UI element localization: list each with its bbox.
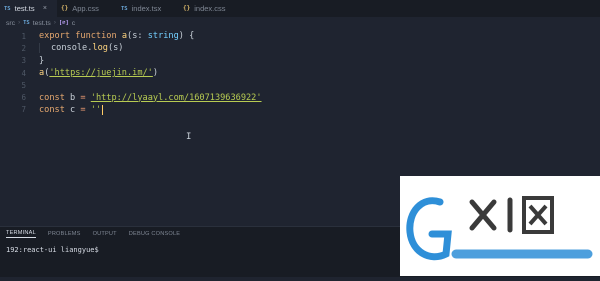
code-line: 1 export function a (s: string) { — [0, 30, 600, 42]
tab-output[interactable]: OUTPUT — [93, 231, 117, 237]
line-number: 3 — [21, 56, 26, 66]
code-line: 3 } — [0, 55, 600, 67]
code-line: 7 const c = '' — [0, 104, 600, 116]
tab-debug-console[interactable]: DEBUG CONSOLE — [129, 231, 180, 237]
line-number: 5 — [21, 80, 26, 90]
chevron-right-icon: › — [53, 20, 56, 26]
css-icon: {} — [183, 5, 191, 12]
css-icon: {} — [61, 5, 69, 12]
typescript-icon: TS — [23, 20, 30, 26]
chevron-right-icon: › — [18, 20, 21, 26]
tab-index-tsx[interactable]: TS index.tsx — [117, 0, 179, 17]
code-line: 4 a('https://juejin.im/') — [0, 67, 600, 79]
variable-icon: [∅] — [58, 20, 69, 26]
tab-index-css[interactable]: {} index.css — [179, 0, 249, 17]
punctuation: (s: — [127, 31, 148, 42]
keyword: const — [39, 92, 65, 103]
identifier: console — [51, 43, 88, 54]
code-line: 5 — [0, 79, 600, 91]
type-name: string — [147, 31, 179, 42]
line-number: 7 — [21, 105, 26, 115]
identifier: c — [64, 104, 81, 115]
indent-guide — [39, 43, 48, 54]
punctuation: ) { — [178, 31, 195, 42]
breadcrumb-folder[interactable]: src — [6, 20, 15, 27]
code-line: 6 const b = 'http://lyaayl.com/160713963… — [0, 91, 600, 103]
tab-label: index.tsx — [131, 4, 162, 13]
watermark-logo — [400, 176, 600, 276]
keyword: const — [39, 104, 65, 115]
breadcrumb: src › TS test.ts › [∅] c — [0, 17, 600, 29]
method-name: log — [92, 43, 108, 54]
editor-tab-bar: TS test.ts × {} App.css TS index.tsx {} … — [0, 0, 600, 17]
mouse-ibeam-icon: I — [186, 132, 192, 142]
tab-label: index.css — [194, 4, 226, 13]
keyword: function — [75, 31, 117, 42]
punctuation: (s) — [107, 43, 124, 54]
string-literal: '' — [90, 104, 102, 115]
punctuation: } — [39, 55, 45, 66]
tab-label: App.css — [72, 4, 99, 13]
tab-label: test.ts — [14, 4, 35, 13]
string-literal[interactable]: 'https://juejin.im/' — [49, 68, 152, 78]
breadcrumb-symbol[interactable]: c — [72, 20, 75, 27]
punctuation: ) — [152, 68, 159, 79]
close-icon[interactable]: × — [43, 5, 47, 12]
tab-test-ts[interactable]: TS test.ts × — [0, 0, 57, 17]
breadcrumb-file[interactable]: test.ts — [33, 20, 51, 27]
watermark-letter-x — [469, 199, 497, 231]
identifier: b — [64, 92, 81, 103]
tab-app-css[interactable]: {} App.css — [57, 0, 117, 17]
line-number: 4 — [21, 68, 26, 78]
code-line: 2 console. log (s) — [0, 42, 600, 54]
tab-problems[interactable]: PROBLEMS — [48, 231, 81, 237]
watermark-glyph — [522, 196, 554, 234]
line-number: 2 — [21, 43, 26, 53]
keyword: export — [39, 31, 71, 42]
line-number: 1 — [21, 31, 26, 41]
code-editor[interactable]: 1 export function a (s: string) { 2 conso… — [0, 30, 600, 116]
text-cursor — [102, 104, 104, 115]
typescript-icon: TS — [121, 5, 128, 12]
watermark-graphic — [406, 196, 593, 261]
line-number: 6 — [21, 93, 26, 103]
typescript-icon: TS — [4, 5, 11, 12]
watermark-letter-g — [406, 197, 452, 261]
tab-terminal[interactable]: TERMINAL — [6, 230, 36, 238]
string-literal[interactable]: 'http://lyaayl.com/1607139636922' — [91, 93, 262, 103]
